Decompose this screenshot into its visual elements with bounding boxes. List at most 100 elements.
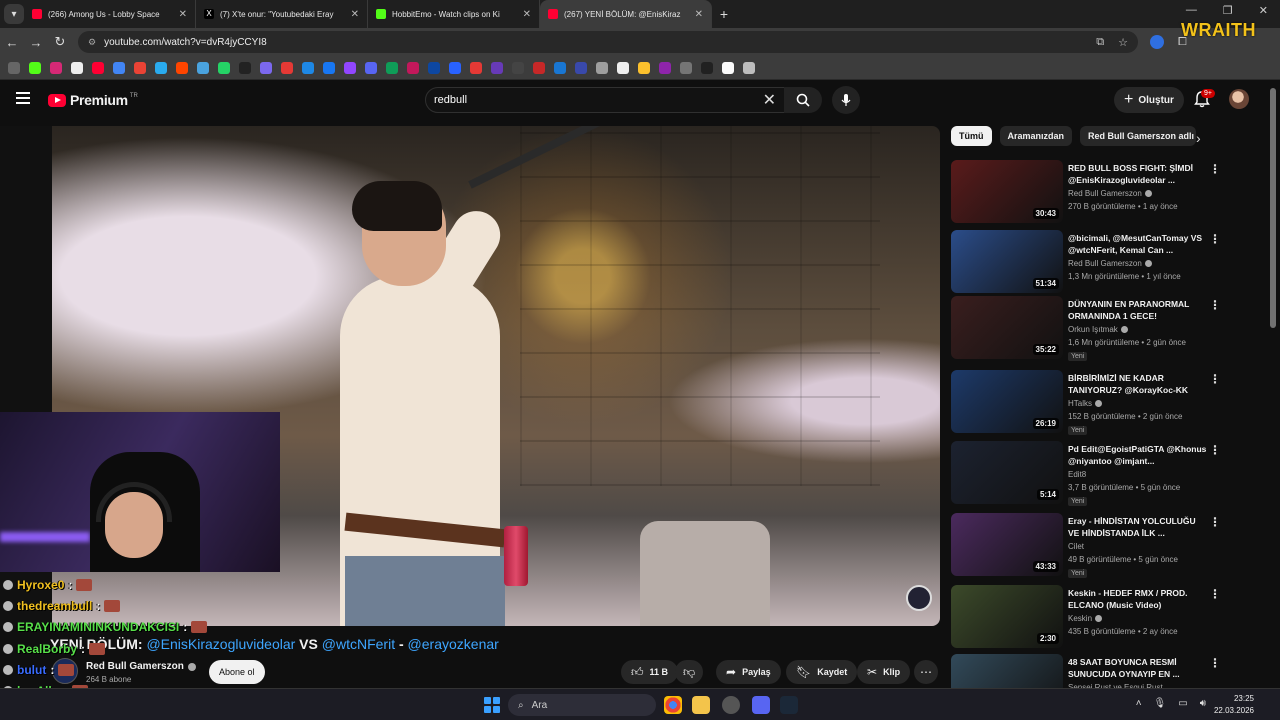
bookmark-icon[interactable] bbox=[722, 61, 734, 74]
recommendation-channel[interactable]: HTalks bbox=[1068, 399, 1103, 408]
bookmark-icon[interactable] bbox=[260, 61, 272, 74]
bookmark-icon[interactable] bbox=[638, 61, 650, 74]
close-icon[interactable]: ✕ bbox=[351, 9, 359, 20]
recommendation-channel[interactable]: Red Bull Gamerszon bbox=[1068, 259, 1152, 268]
recommendation-title[interactable]: BİRBİRİMİZİ NE KADAR TANIYORUZ? @KorayKo… bbox=[1068, 372, 1208, 396]
recommendation-item[interactable]: 2:30 Keskin - HEDEF RMX / PROD. ELCANO (M… bbox=[951, 585, 1251, 649]
more-actions-button[interactable]: ⋯ bbox=[914, 660, 938, 684]
gmail-bookmark-icon[interactable] bbox=[134, 61, 146, 74]
close-icon[interactable]: ✕ bbox=[523, 9, 531, 20]
site-info-icon[interactable]: ⚙ bbox=[88, 37, 96, 48]
file-explorer-icon[interactable] bbox=[692, 696, 710, 714]
forward-icon[interactable]: → bbox=[24, 35, 48, 50]
recommendation-channel[interactable]: Keskin bbox=[1068, 614, 1103, 623]
create-button[interactable]: + Oluştur bbox=[1114, 87, 1184, 113]
more-vertical-icon[interactable]: ⋮ bbox=[1209, 587, 1221, 601]
dislike-button[interactable]: 👎︎ bbox=[675, 660, 704, 684]
chrome-icon[interactable] bbox=[664, 696, 682, 714]
bookmark-star-icon[interactable]: ☆ bbox=[1118, 36, 1128, 49]
telegram-bookmark-icon[interactable] bbox=[155, 61, 167, 74]
tab-search-menu[interactable]: ▾ bbox=[4, 4, 24, 24]
obs-icon[interactable] bbox=[722, 696, 740, 714]
bookmark-icon[interactable] bbox=[575, 61, 587, 74]
bookmark-icon[interactable] bbox=[281, 61, 293, 74]
chevron-right-icon[interactable]: › bbox=[1196, 130, 1201, 146]
microphone-tray-icon[interactable]: 🎙︎ bbox=[1154, 698, 1167, 709]
more-vertical-icon[interactable]: ⋮ bbox=[1209, 656, 1221, 670]
recommendation-channel[interactable]: Red Bull Gamerszon bbox=[1068, 189, 1152, 198]
kick-bookmark-icon[interactable] bbox=[29, 61, 41, 74]
bookmark-icon[interactable] bbox=[617, 61, 629, 74]
search-input[interactable]: redbull ✕ bbox=[425, 87, 785, 113]
bookmark-icon[interactable] bbox=[554, 61, 566, 74]
discord-bookmark-icon[interactable] bbox=[365, 61, 377, 74]
taskbar-search[interactable]: ⌕ Ara bbox=[508, 694, 656, 716]
video-thumbnail[interactable]: 2:30 bbox=[951, 585, 1063, 648]
clear-search-icon[interactable]: ✕ bbox=[763, 90, 776, 110]
bookmark-icon[interactable] bbox=[302, 61, 314, 74]
save-button[interactable]: 🔖︎ Kaydet bbox=[786, 660, 858, 684]
bookmark-icon[interactable] bbox=[470, 61, 482, 74]
chip-from-channel[interactable]: Red Bull Gamerszon adlı bbox=[1080, 126, 1197, 146]
bookmark-icon[interactable] bbox=[743, 61, 755, 74]
bookmark-icon[interactable] bbox=[512, 61, 524, 74]
more-vertical-icon[interactable]: ⋮ bbox=[1209, 298, 1221, 312]
bookmark-icon[interactable] bbox=[407, 61, 419, 74]
menu-icon[interactable] bbox=[16, 92, 30, 104]
bookmark-icon[interactable] bbox=[680, 61, 692, 74]
video-thumbnail[interactable]: 26:19 bbox=[951, 370, 1063, 433]
close-icon[interactable]: ✕ bbox=[179, 9, 187, 20]
video-thumbnail[interactable]: 51:34 bbox=[951, 230, 1063, 293]
bookmark-icon[interactable] bbox=[596, 61, 608, 74]
recommendation-title[interactable]: Pd Edit@EgoistPatiGTA @Khonus @niyantoo … bbox=[1068, 443, 1208, 467]
apps-grid-icon[interactable] bbox=[8, 61, 20, 74]
more-vertical-icon[interactable]: ⋮ bbox=[1209, 443, 1221, 457]
voice-search-button[interactable] bbox=[832, 86, 860, 114]
discord-icon[interactable] bbox=[752, 696, 770, 714]
whatsapp-bookmark-icon[interactable] bbox=[218, 61, 230, 74]
recommendation-channel[interactable]: Orkun Işıtmak bbox=[1068, 325, 1128, 334]
recommendation-title[interactable]: DÜNYANIN EN PARANORMAL ORMANINDA 1 GECE! bbox=[1068, 298, 1208, 322]
bookmark-icon[interactable] bbox=[701, 61, 713, 74]
close-window-icon[interactable]: ✕ bbox=[1259, 4, 1268, 17]
x-bookmark-icon[interactable] bbox=[71, 61, 83, 74]
recommendation-item[interactable]: 26:19 BİRBİRİMİZİ NE KADAR TANIYORUZ? @Ko… bbox=[951, 370, 1251, 435]
browser-tab[interactable]: X (7) X'te onur: "Youtubedaki Eray ✕ bbox=[196, 0, 368, 28]
recommendation-item[interactable]: 30:43 RED BULL BOSS FIGHT: ŞİMDİ @EnisKir… bbox=[951, 160, 1251, 224]
recommendation-item[interactable]: 5:14 Pd Edit@EgoistPatiGTA @Khonus @niyan… bbox=[951, 441, 1251, 506]
more-vertical-icon[interactable]: ⋮ bbox=[1209, 515, 1221, 529]
recommendation-title[interactable]: Keskin - HEDEF RMX / PROD. ELCANO (Music… bbox=[1068, 587, 1208, 611]
more-vertical-icon[interactable]: ⋮ bbox=[1209, 232, 1221, 246]
youtube-bookmark-icon[interactable] bbox=[92, 61, 104, 74]
recommendation-channel[interactable]: Cilet bbox=[1068, 542, 1084, 551]
reload-icon[interactable]: ↻ bbox=[48, 34, 72, 50]
minimize-icon[interactable]: — bbox=[1186, 4, 1197, 17]
address-bar[interactable]: ⚙ youtube.com/watch?v=dvR4jyCCYI8 ⧉ ☆ bbox=[78, 31, 1138, 53]
back-icon[interactable]: ← bbox=[0, 35, 24, 50]
twitch-bookmark-icon[interactable] bbox=[344, 61, 356, 74]
new-tab-button[interactable]: + bbox=[712, 6, 736, 22]
steam-bookmark-icon[interactable] bbox=[239, 61, 251, 74]
recommendation-title[interactable]: @bicimali, @MesutCanTomay VS @wtcNFerit,… bbox=[1068, 232, 1208, 256]
recommendation-title[interactable]: RED BULL BOSS FIGHT: ŞİMDİ @EnisKirazogl… bbox=[1068, 162, 1208, 186]
bookmark-icon[interactable] bbox=[533, 61, 545, 74]
share-button[interactable]: ➦ Paylaş bbox=[716, 660, 781, 684]
video-thumbnail[interactable]: 35:22 bbox=[951, 296, 1063, 359]
google-bookmark-icon[interactable] bbox=[113, 61, 125, 74]
search-button[interactable] bbox=[784, 87, 822, 113]
recommendation-title[interactable]: Eray - HİNDİSTAN YOLCULUĞU VE HİNDİSTAND… bbox=[1068, 515, 1208, 539]
more-vertical-icon[interactable]: ⋮ bbox=[1209, 372, 1221, 386]
bookmark-icon[interactable] bbox=[659, 61, 671, 74]
maximize-icon[interactable]: ❐ bbox=[1223, 4, 1233, 17]
bookmark-icon[interactable] bbox=[449, 61, 461, 74]
browser-tab[interactable]: (266) Among Us - Lobby Space ✕ bbox=[24, 0, 196, 28]
bookmark-icon[interactable] bbox=[491, 61, 503, 74]
video-thumbnail[interactable]: 5:14 bbox=[951, 441, 1063, 504]
tray-overflow-icon[interactable]: ˄ bbox=[1136, 698, 1142, 709]
video-thumbnail[interactable]: 43:33 bbox=[951, 513, 1063, 576]
instagram-bookmark-icon[interactable] bbox=[50, 61, 62, 74]
recommendation-item[interactable]: 51:34 @bicimali, @MesutCanTomay VS @wtcNF… bbox=[951, 230, 1251, 294]
network-icon[interactable]: ▭ bbox=[1178, 698, 1187, 709]
recommendation-title[interactable]: 48 SAAT BOYUNCA RESMİ SUNUCUDA OYNAYIP E… bbox=[1068, 656, 1208, 680]
facebook-bookmark-icon[interactable] bbox=[323, 61, 335, 74]
